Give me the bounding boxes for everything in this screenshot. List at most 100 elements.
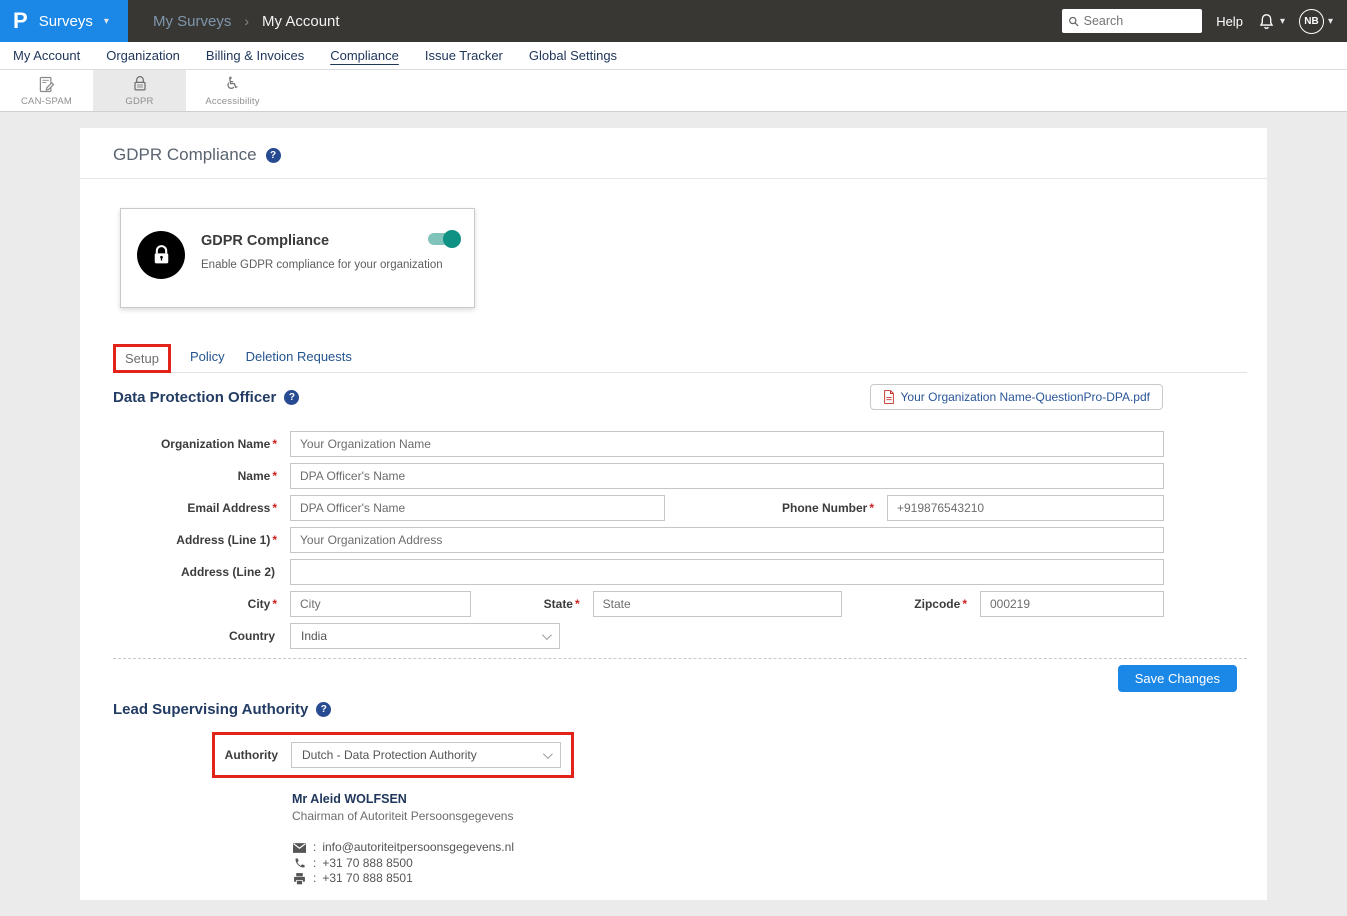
lsa-heading: Lead Supervising Authority [113,701,308,718]
authority-contact-title: Chairman of Autoriteit Persoonsgegevens [292,809,1247,823]
state-input[interactable] [593,591,842,617]
help-link[interactable]: Help [1216,14,1243,29]
breadcrumb-separator-icon: › [244,13,249,29]
fax-icon [293,873,306,885]
tab-deletion-requests[interactable]: Deletion Requests [244,343,354,372]
zipcode-input[interactable] [980,591,1164,617]
gdpr-toggle[interactable] [428,233,458,245]
tab-label: GDPR [125,96,153,107]
form-row: Organization Name* [113,431,1164,457]
dpa-officer-name-input[interactable] [290,463,1164,489]
breadcrumb-my-surveys[interactable]: My Surveys [153,13,231,30]
nav-item-organization[interactable]: Organization [106,48,180,63]
account-nav: My Account Organization Billing & Invoic… [0,42,1347,70]
toggle-knob [443,230,461,248]
pdf-file-icon [883,390,895,404]
authority-select[interactable]: Dutch - Data Protection Authority [291,742,561,768]
chevron-down-icon: ▾ [1280,16,1285,27]
required-asterisk: * [575,597,580,611]
required-asterisk: * [272,469,277,483]
product-switcher[interactable]: P Surveys ▾ [0,0,128,42]
padlock-icon [130,74,150,94]
nav-item-billing-invoices[interactable]: Billing & Invoices [206,48,304,63]
help-circle-icon[interactable]: ? [266,148,281,163]
nav-item-my-account[interactable]: My Account [13,48,80,63]
field-label: Name [238,469,271,483]
compliance-tab-bar: CAN-SPAM GDPR ♿ Accessibility [0,70,1347,112]
nav-item-issue-tracker[interactable]: Issue Tracker [425,48,503,63]
tab-accessibility[interactable]: ♿ Accessibility [186,70,279,111]
form-row: Country India [113,623,1164,649]
contact-email-line: : info@autoriteitpersoonsgegevens.nl [292,840,1247,856]
dpo-heading: Data Protection Officer [113,389,276,406]
page-background: GDPR Compliance ? GDPR Compliance Enable… [0,112,1347,900]
app-screen: P Surveys ▾ My Surveys › My Account Help… [0,0,1347,916]
address-line2-input[interactable] [290,559,1164,585]
tab-gdpr[interactable]: GDPR [93,70,186,111]
required-asterisk: * [272,533,277,547]
product-menu-label: Surveys [39,13,93,30]
country-value: India [301,629,327,643]
tab-setup[interactable]: Setup [113,344,171,373]
lock-icon [149,243,174,268]
tab-policy[interactable]: Policy [188,343,227,372]
wheelchair-icon: ♿ [225,74,240,94]
organization-name-input[interactable] [290,431,1164,457]
search-box[interactable] [1062,9,1202,33]
required-asterisk: * [272,597,277,611]
chevron-down-icon [543,749,553,759]
save-changes-button-dpo[interactable]: Save Changes [1118,665,1237,692]
nav-item-compliance[interactable]: Compliance [330,48,399,63]
country-select[interactable]: India [290,623,560,649]
form-row: City* State* Zipcode* [113,591,1164,617]
contact-phone: +31 70 888 8500 [322,856,412,872]
form-row: Email Address* Phone Number* [113,495,1164,521]
required-asterisk: * [272,437,277,451]
field-label: Address (Line 1) [176,533,270,547]
search-icon [1068,15,1079,28]
tab-can-spam[interactable]: CAN-SPAM [0,70,93,111]
authority-label: Authority [215,748,278,762]
envelope-icon [293,843,306,853]
chevron-down-icon: ▾ [104,16,109,27]
questionpro-logo: P [13,10,28,32]
gdpr-toggle-card: GDPR Compliance Enable GDPR compliance f… [120,208,475,308]
account-menu[interactable]: NB ▾ [1299,9,1333,34]
notifications-menu[interactable]: ▾ [1257,12,1285,31]
city-input[interactable] [290,591,471,617]
authority-contact-card: Mr Aleid WOLFSEN Chairman of Autoriteit … [292,792,1247,887]
help-circle-icon[interactable]: ? [284,390,299,405]
nav-item-global-settings[interactable]: Global Settings [529,48,617,63]
search-input[interactable] [1084,14,1197,28]
required-asterisk: * [869,501,874,515]
chevron-down-icon: ▾ [1328,16,1333,27]
contact-separator: : [313,856,316,872]
form-row: Address (Line 1)* [113,527,1164,553]
contact-fax: +31 70 888 8501 [322,871,412,887]
contact-separator: : [313,840,316,856]
annotation-highlight-authority: Authority Dutch - Data Protection Author… [212,732,574,778]
contact-email: info@autoriteitpersoonsgegevens.nl [322,840,514,856]
field-label: Zipcode [914,597,960,611]
required-asterisk: * [962,597,967,611]
field-label: Country [229,629,275,643]
dashed-divider [113,658,1247,659]
tab-label: Accessibility [205,96,259,107]
lock-badge [137,231,185,279]
breadcrumb-my-account: My Account [262,13,340,30]
address-line1-input[interactable] [290,527,1164,553]
breadcrumb: My Surveys › My Account [153,0,340,42]
phone-number-input[interactable] [887,495,1164,521]
field-label: Address (Line 2) [181,565,275,579]
field-label: Email Address [187,501,270,515]
bell-icon [1257,12,1276,31]
field-label: State [544,597,573,611]
document-pencil-icon [36,74,57,94]
divider [80,178,1267,179]
authority-value: Dutch - Data Protection Authority [302,748,477,762]
dpa-pdf-button[interactable]: Your Organization Name-QuestionPro-DPA.p… [870,384,1163,410]
help-circle-icon[interactable]: ? [316,702,331,717]
contact-separator: : [313,871,316,887]
email-address-input[interactable] [290,495,665,521]
page-title: GDPR Compliance [113,145,257,165]
